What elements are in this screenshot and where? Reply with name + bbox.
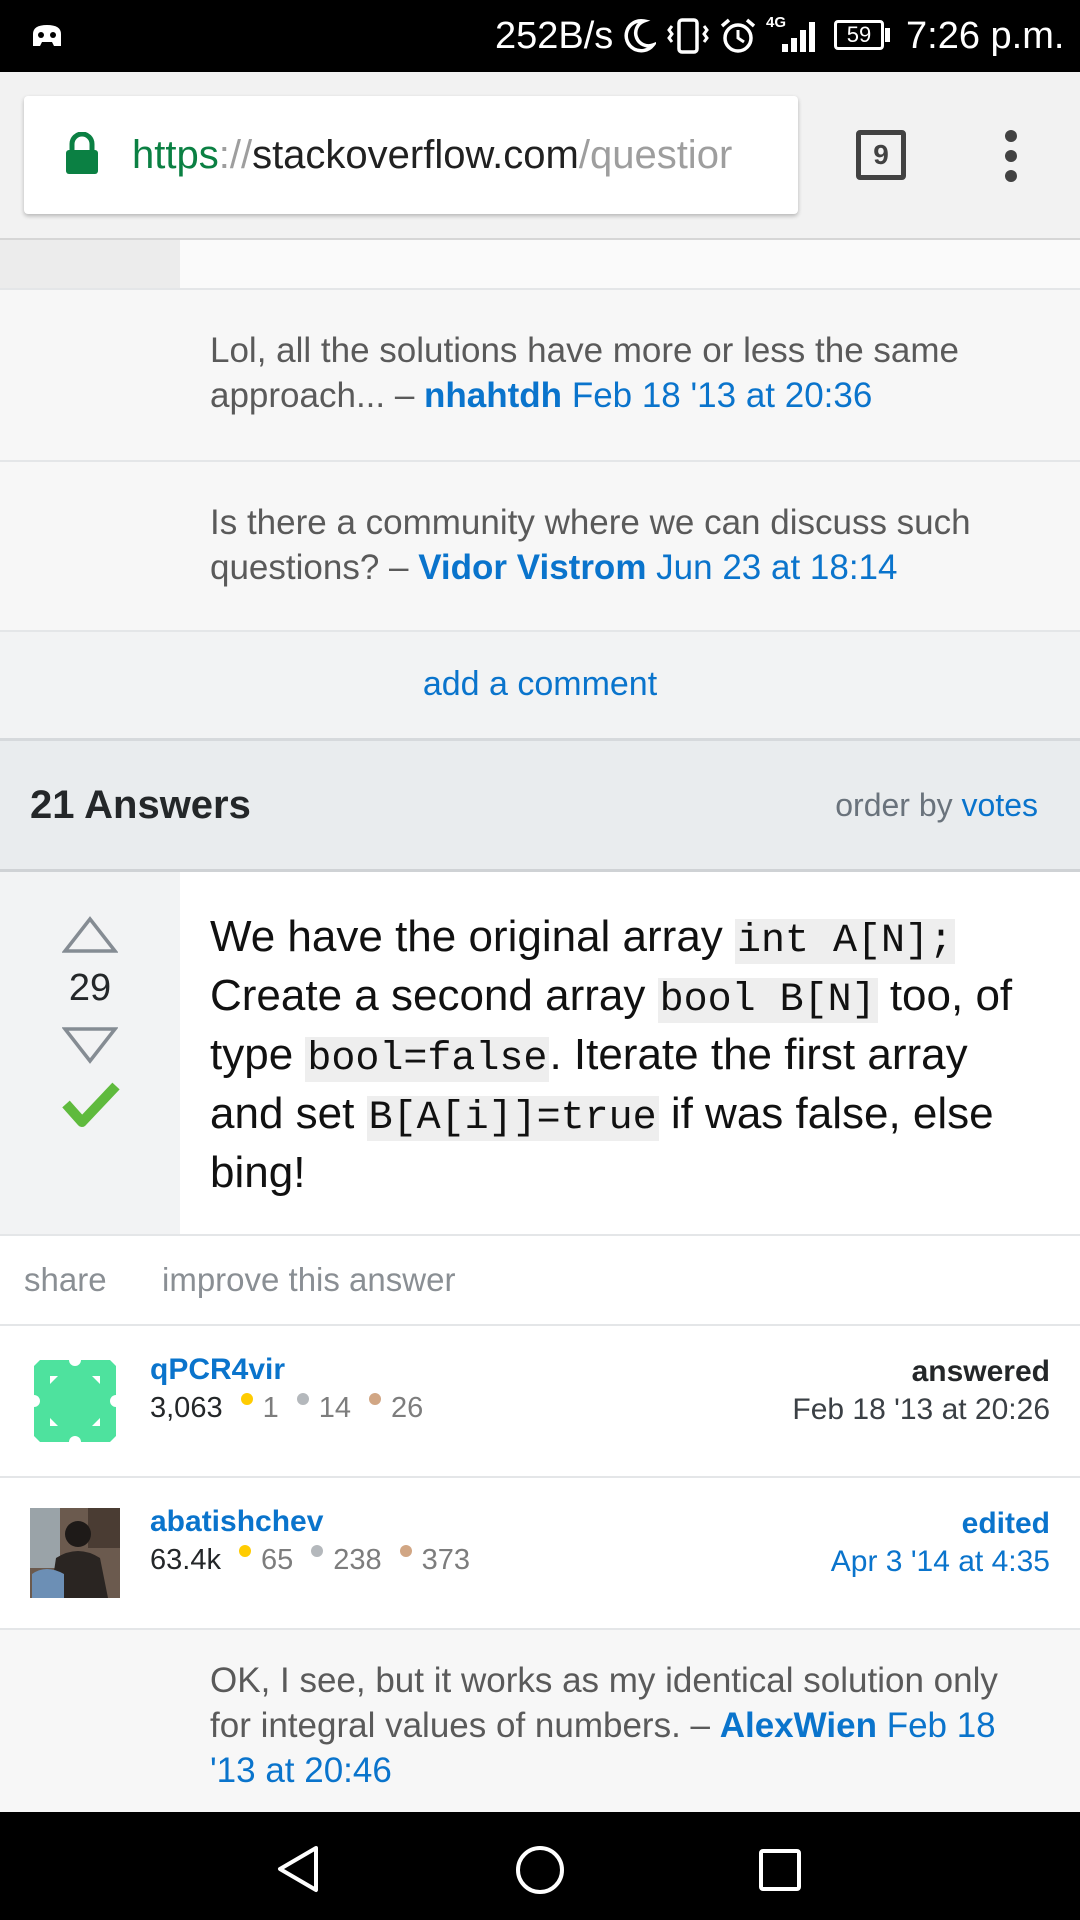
battery-level: 59 xyxy=(846,22,872,47)
edited-link[interactable]: edited xyxy=(831,1506,1050,1542)
comment: OK, I see, but it works as my identical … xyxy=(0,1630,1080,1812)
browser-toolbar: https://stackoverflow.com/questior 9 xyxy=(0,72,1080,240)
recent-apps-icon[interactable] xyxy=(758,1848,802,1892)
home-icon[interactable] xyxy=(514,1844,566,1896)
tab-switcher-button[interactable]: 9 xyxy=(856,130,906,180)
accepted-checkmark-icon xyxy=(62,1082,120,1127)
comment-date-link[interactable]: Feb 18 '13 at 20:36 xyxy=(572,376,873,415)
edited-date-link[interactable]: Apr 3 '14 at 4:35 xyxy=(831,1542,1050,1582)
bronze-badge-icon xyxy=(368,1393,381,1405)
answered-date: Feb 18 '13 at 20:26 xyxy=(792,1393,1050,1426)
battery-icon: 59 xyxy=(834,20,884,50)
do-not-disturb-moon-icon xyxy=(624,18,656,53)
order-by: order by votes xyxy=(835,741,1038,869)
edited-info: edited Apr 3 '14 at 4:35 xyxy=(831,1506,1050,1582)
url-text[interactable]: https://stackoverflow.com/questior xyxy=(132,96,732,214)
gold-badge-icon xyxy=(240,1393,253,1405)
editor-reputation: 63.4k 65 238 373 xyxy=(150,1540,470,1580)
signal-icon xyxy=(782,22,815,52)
answerer-info: qPCR4vir 3,063 1 14 26 xyxy=(150,1352,423,1428)
url-path: /questior xyxy=(578,133,733,177)
android-navigation-bar xyxy=(0,1812,1080,1920)
answers-header: 21 Answers order by votes xyxy=(0,738,1080,872)
silver-badge-icon xyxy=(296,1393,309,1405)
lock-icon xyxy=(66,132,98,174)
answers-count: 21 Answers xyxy=(30,783,251,827)
comment-text: Is there a community where we can discus… xyxy=(210,500,1030,590)
url-host: stackoverflow.com xyxy=(252,133,579,177)
overflow-menu-icon[interactable] xyxy=(1000,128,1022,184)
avatar[interactable] xyxy=(30,1356,120,1446)
notification-app-icon xyxy=(33,25,61,46)
inline-code: int A[N]; xyxy=(735,919,956,964)
answered-label: answered xyxy=(911,1355,1050,1388)
order-by-label: order by xyxy=(835,787,953,823)
gold-badge-icon xyxy=(238,1545,251,1557)
bronze-badge-count: 373 xyxy=(421,1544,470,1576)
question-vote-column xyxy=(0,240,180,288)
status-bar: 252B/s 4G 59 7:26 p.m. xyxy=(0,0,1080,72)
question-body-tail xyxy=(180,240,1080,288)
avatar[interactable] xyxy=(30,1508,120,1598)
answer-text: Create a second array xyxy=(210,971,658,1020)
clock: 7:26 p.m. xyxy=(906,15,1065,57)
network-speed: 252B/s xyxy=(495,15,614,57)
answerer-card: qPCR4vir 3,063 1 14 26 answered Feb 18 '13 … xyxy=(0,1326,1080,1478)
reputation-score: 63.4k xyxy=(150,1544,221,1576)
editor-info: abatishchev 63.4k 65 238 373 xyxy=(150,1504,470,1580)
url-separator: :// xyxy=(218,133,253,177)
answerer-name-link[interactable]: qPCR4vir xyxy=(150,1352,423,1388)
comment-text: Lol, all the solutions have more or less… xyxy=(210,328,1030,418)
bronze-badge-count: 26 xyxy=(390,1392,424,1424)
reputation-score: 3,063 xyxy=(150,1392,223,1424)
answerer-reputation: 3,063 1 14 26 xyxy=(150,1388,423,1428)
address-bar[interactable]: https://stackoverflow.com/questior xyxy=(24,96,798,214)
answer-actions: share improve this answer xyxy=(0,1234,1080,1326)
comment-user-link[interactable]: nhahtdh xyxy=(424,376,562,415)
silver-badge-count: 238 xyxy=(333,1544,382,1576)
improve-answer-link[interactable]: improve this answer xyxy=(162,1236,455,1324)
inline-code: bool=false xyxy=(305,1037,550,1082)
answer-body: We have the original array int A[N]; Cre… xyxy=(210,910,1050,1200)
vote-count: 29 xyxy=(68,967,112,1009)
back-icon[interactable] xyxy=(276,1844,320,1894)
downvote-arrow-icon[interactable] xyxy=(62,1026,118,1064)
gold-badge-count: 65 xyxy=(260,1544,294,1576)
answer: 29 We have the original array int A[N]; … xyxy=(0,872,1080,1234)
url-scheme: https xyxy=(132,133,219,177)
bronze-badge-icon xyxy=(399,1545,412,1557)
inline-code: bool B[N] xyxy=(657,978,878,1023)
comment-date-link[interactable]: Jun 23 at 18:14 xyxy=(656,548,897,587)
inline-code: B[A[i]]=true xyxy=(366,1096,659,1141)
add-comment-row: add a comment xyxy=(0,630,1080,738)
add-comment-link[interactable]: add a comment xyxy=(0,632,1080,736)
comment: Is there a community where we can discus… xyxy=(0,460,1080,630)
tab-count: 9 xyxy=(873,139,889,170)
answered-info: answered Feb 18 '13 at 20:26 xyxy=(792,1354,1050,1430)
editor-name-link[interactable]: abatishchev xyxy=(150,1504,470,1540)
comment: Lol, all the solutions have more or less… xyxy=(0,288,1080,460)
comment-user-link[interactable]: AlexWien xyxy=(720,1706,877,1745)
editor-card: abatishchev 63.4k 65 238 373 edited Apr 3 '… xyxy=(0,1478,1080,1630)
silver-badge-icon xyxy=(311,1545,324,1557)
order-by-votes-link[interactable]: votes xyxy=(962,787,1038,823)
vote-column: 29 xyxy=(0,872,180,1234)
share-link[interactable]: share xyxy=(24,1236,107,1324)
comment-user-link[interactable]: Vidor Vistrom xyxy=(418,548,646,587)
alarm-icon xyxy=(720,18,756,53)
comment-text: OK, I see, but it works as my identical … xyxy=(210,1658,1030,1793)
silver-badge-count: 14 xyxy=(318,1392,351,1424)
comment-body: OK, I see, but it works as my identical … xyxy=(210,1661,998,1745)
answer-text: We have the original array xyxy=(210,912,736,961)
vibrate-icon xyxy=(667,18,709,54)
gold-badge-count: 1 xyxy=(262,1392,279,1424)
upvote-arrow-icon[interactable] xyxy=(62,916,118,954)
